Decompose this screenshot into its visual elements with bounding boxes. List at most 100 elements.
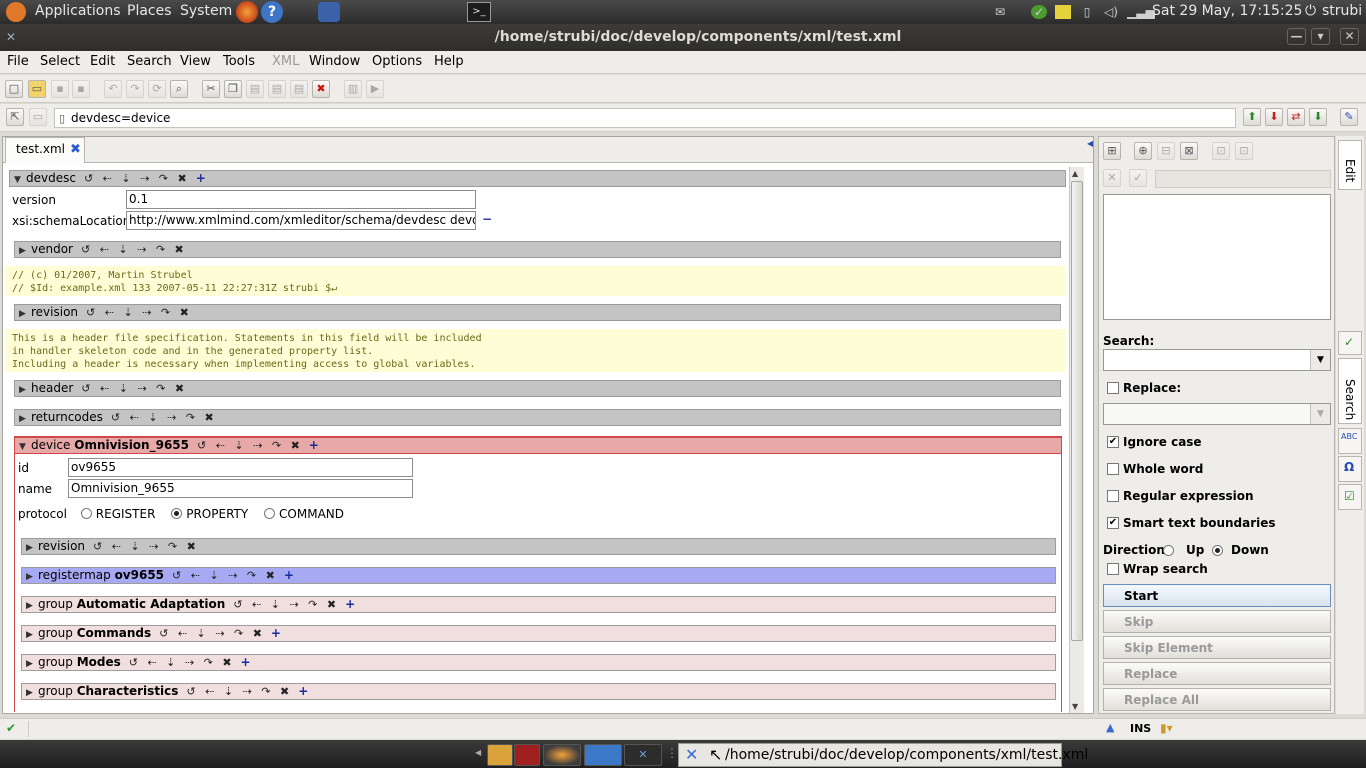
applications-menu[interactable]: Applications xyxy=(35,3,121,19)
comment-header-description[interactable]: This is a header file specification. Sta… xyxy=(5,329,1065,372)
places-menu[interactable]: Places xyxy=(127,3,172,19)
version-field[interactable]: 0.1 xyxy=(126,190,476,209)
element-header[interactable]: ▶ header ↺ ⇠ ⇣ ⇢ ↷ ✖ xyxy=(14,380,1061,397)
element-group-automatic-adaptation[interactable]: ▶ group Automatic Adaptation ↺ ⇠ ⇣ ⇢ ↷ ✖ + xyxy=(21,596,1056,613)
undo-icon[interactable]: ↶ xyxy=(104,80,122,98)
tab-spell[interactable]: ABC xyxy=(1338,428,1362,454)
scrollbar-thumb[interactable] xyxy=(1071,181,1083,641)
task-app-icon[interactable] xyxy=(514,744,540,766)
wrap-element-icon[interactable]: ⊠ xyxy=(1180,142,1198,160)
add-attribute-icon[interactable]: + xyxy=(309,438,319,452)
menu-help[interactable]: Help xyxy=(434,54,464,69)
cut-icon[interactable]: ✂ xyxy=(202,80,220,98)
replace-button[interactable]: Replace xyxy=(1103,662,1331,685)
clock[interactable]: Sat 29 May, 17:15:25 xyxy=(1152,3,1302,19)
menu-search[interactable]: Search xyxy=(127,54,172,69)
insert-before-icon[interactable]: ⬆ xyxy=(1243,108,1261,126)
insert-into-icon[interactable]: ⬇ xyxy=(1265,108,1283,126)
find-icon[interactable]: ⌕ xyxy=(170,80,188,98)
whole-word-checkbox[interactable] xyxy=(1107,463,1119,475)
node-path-field[interactable]: ▯ devdesc=device xyxy=(54,108,1236,128)
schema-location-field[interactable]: http://www.xmlmind.com/xmleditor/schema/… xyxy=(126,211,476,230)
element-ops-icons[interactable]: ↺ ⇠ ⇣ ⇢ ↷ ✖ xyxy=(197,439,303,452)
editor-vertical-scrollbar[interactable]: ▲ ▼ xyxy=(1069,167,1084,713)
paste-before-icon[interactable]: ▤ xyxy=(268,80,286,98)
open-folder-icon[interactable]: ▭ xyxy=(28,80,46,98)
tab-search[interactable]: Search xyxy=(1338,358,1362,424)
menu-edit[interactable]: Edit xyxy=(90,54,115,69)
close-button[interactable]: ✕ xyxy=(1340,28,1359,45)
terminal-launcher-icon[interactable]: >_ xyxy=(467,2,491,22)
element-registermap[interactable]: ▶ registermap ov9655 ↺ ⇠ ⇣ ⇢ ↷ ✖ + xyxy=(21,567,1056,584)
element-returncodes[interactable]: ▶ returncodes ↺ ⇠ ⇣ ⇢ ↷ ✖ xyxy=(14,409,1061,426)
expand-toggle-icon[interactable]: ▶ xyxy=(19,412,31,427)
tab-edit[interactable]: Edit xyxy=(1338,140,1362,190)
network-icon[interactable]: ✓ xyxy=(1031,5,1047,19)
element-vendor[interactable]: ▶ vendor ↺ ⇠ ⇣ ⇢ ↷ ✖ xyxy=(14,241,1061,258)
element-group-commands[interactable]: ▶ group Commands ↺ ⇠ ⇣ ⇢ ↷ ✖ + xyxy=(21,625,1056,642)
element-ops-icons[interactable]: ↺ ⇠ ⇣ ⇢ ↷ ✖ xyxy=(86,306,192,319)
menu-file[interactable]: File xyxy=(7,54,29,69)
menu-options[interactable]: Options xyxy=(372,54,422,69)
element-ops-icons[interactable]: ↺ ⇠ ⇣ ⇢ ↷ ✖ xyxy=(81,382,187,395)
menu-select[interactable]: Select xyxy=(40,54,80,69)
menu-view[interactable]: View xyxy=(180,54,211,69)
replace-all-button[interactable]: Replace All xyxy=(1103,688,1331,711)
expand-toggle-icon[interactable]: ▶ xyxy=(26,570,38,585)
element-device[interactable]: ▼ device Omnivision_9655 ↺ ⇠ ⇣ ⇢ ↷ ✖ + xyxy=(14,437,1062,454)
element-ops-icons[interactable]: ↺ ⇠ ⇣ ⇢ ↷ ✖ xyxy=(159,627,265,640)
mail-launcher-icon[interactable] xyxy=(318,2,340,22)
select-parent-icon[interactable]: ⇱ xyxy=(6,108,24,126)
insert-after-icon[interactable]: ⬇ xyxy=(1309,108,1327,126)
regex-checkbox[interactable] xyxy=(1107,490,1119,502)
system-menu[interactable]: System xyxy=(180,3,232,19)
element-ops-icons[interactable]: ↺ ⇠ ⇣ ⇢ ↷ ✖ xyxy=(111,411,217,424)
clipboard-icon[interactable]: ▮▾ xyxy=(1160,721,1173,735)
dropdown-arrow-icon[interactable]: ▼ xyxy=(1310,404,1330,424)
comment-copyright[interactable]: // (c) 01/2007, Martin Strubel // $Id: e… xyxy=(5,266,1065,296)
element-ops-icons[interactable]: ↺ ⇠ ⇣ ⇢ ↷ ✖ xyxy=(186,685,292,698)
element-ops-icons[interactable]: ↺ ⇠ ⇣ ⇢ ↷ ✖ xyxy=(129,656,235,669)
smart-boundaries-checkbox[interactable]: ✔ xyxy=(1107,517,1119,529)
replace-combo[interactable]: ▼ xyxy=(1103,403,1331,425)
element-ops-icons[interactable]: ↺ ⇠ ⇣ ⇢ ↷ ✖ xyxy=(81,243,187,256)
start-button[interactable]: Start xyxy=(1103,584,1331,607)
collapse-panel-icon[interactable]: ◀ xyxy=(1087,139,1093,148)
paste-after-icon[interactable]: ▤ xyxy=(290,80,308,98)
volume-icon[interactable]: ◁) xyxy=(1103,5,1119,19)
element-devdesc[interactable]: ▼ devdesc ↺ ⇠ ⇣ ⇢ ↷ ✖ + xyxy=(9,170,1066,187)
task-windows-icon[interactable] xyxy=(584,744,622,766)
cancel-icon[interactable]: ✕ xyxy=(1103,169,1121,187)
firefox-launcher-icon[interactable] xyxy=(236,1,258,23)
move-element-icon[interactable]: ⊟ xyxy=(1157,142,1175,160)
scroll-down-icon[interactable]: ▼ xyxy=(1072,702,1078,711)
unwrap-element-icon[interactable]: ⊡ xyxy=(1212,142,1230,160)
close-tab-icon[interactable]: ✖ xyxy=(70,142,81,157)
add-attribute-icon[interactable]: + xyxy=(241,655,251,669)
help-icon[interactable]: ? xyxy=(261,1,283,23)
name-field[interactable]: Omnivision_9655 xyxy=(68,479,413,498)
add-attribute-icon[interactable]: + xyxy=(298,684,308,698)
select-child-icon[interactable]: ▭ xyxy=(29,108,47,126)
expand-toggle-icon[interactable]: ▶ xyxy=(26,657,38,672)
direction-down-radio[interactable] xyxy=(1212,545,1223,556)
paste-icon[interactable]: ▤ xyxy=(246,80,264,98)
expand-toggle-icon[interactable]: ▶ xyxy=(26,686,38,701)
remove-attribute-icon[interactable]: − xyxy=(482,212,492,226)
xml-document-view[interactable]: ▼ devdesc ↺ ⇠ ⇣ ⇢ ↷ ✖ + version 0.1 xsi:sch… xyxy=(3,164,1067,712)
element-list[interactable] xyxy=(1103,194,1331,320)
skip-element-button[interactable]: Skip Element xyxy=(1103,636,1331,659)
tab-test-xml[interactable]: test.xml ✖ xyxy=(5,137,85,163)
id-field[interactable]: ov9655 xyxy=(68,458,413,477)
expand-toggle-icon[interactable]: ▼ xyxy=(14,173,26,188)
signal-icon[interactable]: ▁▃▅ xyxy=(1127,5,1155,19)
rename-element-icon[interactable]: ⊡ xyxy=(1235,142,1253,160)
task-xmlmind-icon[interactable]: ✕ xyxy=(624,744,662,766)
expand-toggle-icon[interactable]: ▶ xyxy=(19,383,31,398)
power-icon[interactable]: ⏻ xyxy=(1305,3,1316,19)
mail-icon[interactable]: ✉ xyxy=(992,5,1008,19)
replace-checkbox[interactable] xyxy=(1107,382,1119,394)
join-icon[interactable]: ▶ xyxy=(366,80,384,98)
ignore-case-checkbox[interactable]: ✔ xyxy=(1107,436,1119,448)
tab-validate[interactable]: ☑ xyxy=(1338,484,1362,510)
